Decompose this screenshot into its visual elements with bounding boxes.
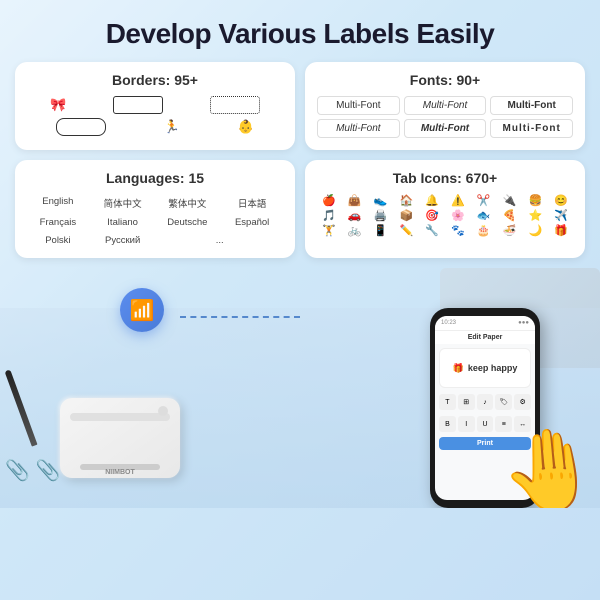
tab-icon-24: ✏️ (394, 224, 418, 237)
border-icon-2: 🏃 (164, 119, 180, 135)
lang-english: English (27, 194, 89, 212)
phone-tool-4[interactable]: 🏷 (495, 394, 512, 410)
fonts-title: Fonts: 90+ (317, 72, 573, 88)
phone-time: 10:23 (441, 320, 456, 326)
tab-icon-13: 🖨️ (369, 209, 393, 222)
lang-chinese-simplified: 简体中文 (92, 194, 154, 212)
font-sample-6: Multi-Font (490, 119, 573, 138)
phone-header: 10:23 ●●● (435, 316, 535, 331)
border-sample-plain (113, 96, 163, 114)
border-sample-dotted (210, 96, 260, 114)
tab-icon-26: 🐾 (446, 224, 470, 237)
fonts-grid: Multi-Font Multi-Font Multi-Font Multi-F… (317, 96, 573, 138)
phone-tool-6[interactable]: B (439, 416, 456, 432)
lang-chinese-traditional: 繁体中文 (157, 194, 219, 212)
tab-icon-8: 🔌 (498, 194, 522, 207)
tab-icon-11: 🎵 (317, 209, 341, 222)
font-sample-1: Multi-Font (317, 96, 400, 115)
label-text-preview: keep happy (468, 363, 518, 373)
tab-icon-20: ✈️ (549, 209, 573, 222)
printer-button-detail (158, 406, 168, 416)
tab-icon-30: 🎁 (549, 224, 573, 237)
bottom-section: 📎 📎 NIIMBOT 📶 10:23 ●●● Edit Paper (0, 268, 600, 508)
pen-decoration (18, 368, 24, 448)
phone-tool-1[interactable]: T (439, 394, 456, 410)
tab-icon-21: 🏋️ (317, 224, 341, 237)
font-sample-4: Multi-Font (317, 119, 400, 138)
phone-tool-7[interactable]: I (458, 416, 475, 432)
page-title: Develop Various Labels Easily (0, 0, 600, 62)
border-icon-1: 🎀 (50, 97, 66, 113)
font-sample-5: Multi-Font (404, 119, 487, 138)
tab-icon-27: 🎂 (472, 224, 496, 237)
tab-icon-23: 📱 (369, 224, 393, 237)
hand-emoji: 🤚 (496, 420, 600, 508)
label-printer: NIIMBOT (60, 398, 180, 478)
tab-icon-6: ⚠️ (446, 194, 470, 207)
languages-grid: English 简体中文 繁体中文 日本語 Français Italiano … (27, 194, 283, 248)
tab-icon-5: 🔔 (420, 194, 444, 207)
phone-tool-3[interactable]: ♪ (477, 394, 494, 410)
border-icon-3: 👶 (238, 119, 254, 135)
languages-card: Languages: 15 English 简体中文 繁体中文 日本語 Fran… (15, 160, 295, 258)
phone-app-title: Edit Paper (435, 331, 535, 344)
fonts-card: Fonts: 90+ Multi-Font Multi-Font Multi-F… (305, 62, 585, 150)
label-icon-preview: 🎁 (453, 363, 464, 374)
tab-icon-17: 🐟 (472, 209, 496, 222)
phone-status-icons: ●●● (518, 320, 529, 326)
tab-icon-1: 🍎 (317, 194, 341, 207)
borders-row-1: 🎀 (27, 96, 283, 114)
tab-icon-18: 🍕 (498, 209, 522, 222)
phone-tool-8[interactable]: U (477, 416, 494, 432)
tab-icon-25: 🔧 (420, 224, 444, 237)
borders-row-2: 🏃 👶 (27, 118, 283, 136)
lang-french: Français (27, 215, 89, 230)
tab-icon-19: ⭐ (523, 209, 547, 222)
paperclips-decoration: 📎 📎 (5, 458, 60, 483)
lang-italian: Italiano (92, 215, 154, 230)
paperclip-2: 📎 (35, 460, 60, 482)
tab-icon-12: 🚗 (343, 209, 367, 222)
tab-icon-28: 🍜 (498, 224, 522, 237)
tab-icon-29: 🌙 (523, 224, 547, 237)
bluetooth-icon: 📶 (130, 298, 155, 323)
phone-label-preview: 🎁 keep happy (439, 348, 531, 388)
feature-cards: Borders: 95+ 🎀 🏃 👶 Fonts: 90+ Multi-Font… (0, 62, 600, 258)
lang-russian: Русский (92, 233, 154, 248)
tab-icon-7: ✂️ (472, 194, 496, 207)
lang-japanese: 日本語 (221, 194, 283, 212)
printer-brand: NIIMBOT (105, 469, 135, 476)
languages-title: Languages: 15 (27, 170, 283, 186)
tab-icons-title: Tab Icons: 670+ (317, 170, 573, 186)
borders-title: Borders: 95+ (27, 72, 283, 88)
tab-icon-3: 👟 (369, 194, 393, 207)
phone-toolbar: T ⊞ ♪ 🏷 ⚙ (435, 392, 535, 412)
label-printer-container: NIIMBOT (60, 398, 180, 478)
borders-card: Borders: 95+ 🎀 🏃 👶 (15, 62, 295, 150)
paperclip-1: 📎 (5, 460, 30, 482)
tab-icon-2: 👜 (343, 194, 367, 207)
bluetooth-indicator: 📶 (120, 288, 164, 332)
lang-more: ... (157, 233, 284, 248)
tab-icons-card: Tab Icons: 670+ 🍎 👜 👟 🏠 🔔 ⚠️ ✂️ 🔌 🍔 😊 🎵 … (305, 160, 585, 258)
lang-german: Deutsche (157, 215, 219, 230)
icons-grid: 🍎 👜 👟 🏠 🔔 ⚠️ ✂️ 🔌 🍔 😊 🎵 🚗 🖨️ 📦 🎯 🌸 🐟 🍕 ⭐… (317, 194, 573, 237)
tab-icon-14: 📦 (394, 209, 418, 222)
font-sample-2: Multi-Font (404, 96, 487, 115)
border-sample-fancy (56, 118, 106, 136)
tab-icon-4: 🏠 (394, 194, 418, 207)
phone-tool-5[interactable]: ⚙ (514, 394, 531, 410)
tab-icon-9: 🍔 (523, 194, 547, 207)
phone-tool-2[interactable]: ⊞ (458, 394, 475, 410)
tab-icon-10: 😊 (549, 194, 573, 207)
connection-line (180, 316, 300, 318)
lang-spanish: Español (221, 215, 283, 230)
tab-icon-15: 🎯 (420, 209, 444, 222)
tab-icon-16: 🌸 (446, 209, 470, 222)
tab-icon-22: 🚲 (343, 224, 367, 237)
printer-button (70, 413, 170, 421)
lang-polish: Polski (27, 233, 89, 248)
font-sample-3: Multi-Font (490, 96, 573, 115)
